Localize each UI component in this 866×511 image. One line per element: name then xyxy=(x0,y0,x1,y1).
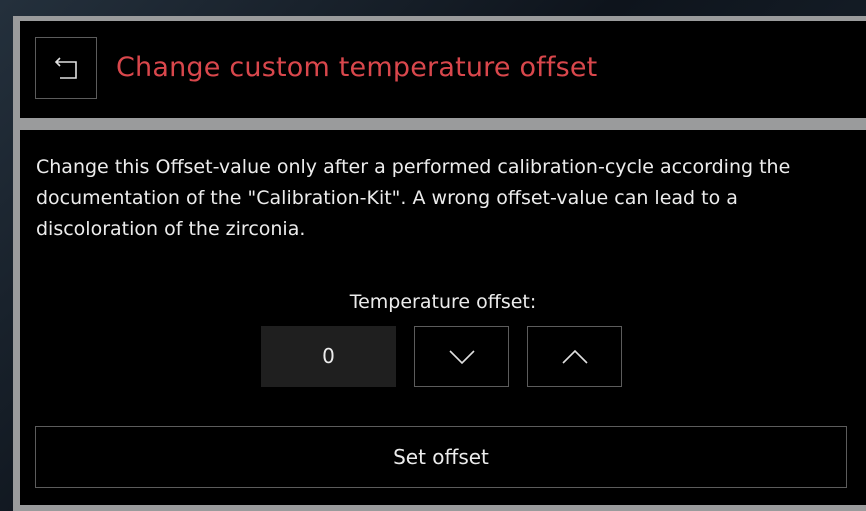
back-button[interactable] xyxy=(35,37,97,99)
header-bar: Change custom temperature offset xyxy=(20,21,866,118)
increase-offset-button[interactable] xyxy=(527,326,622,387)
temperature-offset-value: 0 xyxy=(261,326,396,387)
set-offset-button[interactable]: Set offset xyxy=(35,426,847,488)
temperature-offset-label: Temperature offset: xyxy=(349,291,537,313)
chevron-up-icon xyxy=(562,349,588,364)
page-title: Change custom temperature offset xyxy=(116,52,598,83)
chevron-down-icon xyxy=(449,350,475,365)
screen-background: Change custom temperature offset Change … xyxy=(0,0,866,511)
warning-message: Change this Offset-value only after a pe… xyxy=(36,156,791,240)
back-arrow-icon xyxy=(54,57,77,79)
content-panel: Change this Offset-value only after a pe… xyxy=(20,130,866,505)
decrease-offset-button[interactable] xyxy=(414,326,509,387)
